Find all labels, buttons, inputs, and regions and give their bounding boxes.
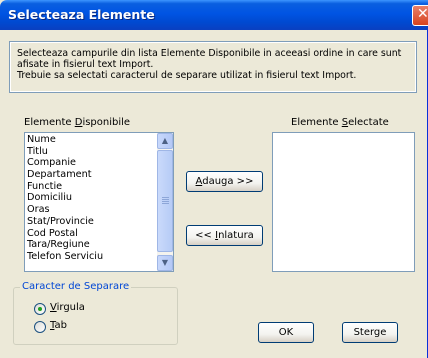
window-title: Selecteaza Elemente: [8, 7, 155, 22]
ok-button[interactable]: OK: [258, 322, 314, 343]
tab-radio[interactable]: [34, 321, 46, 333]
list-item[interactable]: Domiciliu: [27, 192, 157, 204]
vertical-scrollbar[interactable]: ▲ ▼: [157, 133, 173, 271]
instructions-line-3: Trebuie sa selectati caracterul de separ…: [17, 70, 357, 81]
close-icon: ✕: [417, 6, 428, 22]
instructions-line-1: Selecteaza campurile din lista Elemente …: [17, 48, 402, 59]
list-item[interactable]: Stat/Provincie: [27, 216, 157, 228]
scroll-up-icon[interactable]: ▲: [157, 133, 173, 149]
clear-button[interactable]: Sterge: [342, 322, 398, 343]
radio-selected-dot: [38, 307, 42, 311]
comma-label[interactable]: Virgula: [50, 302, 85, 313]
separator-group: Caracter de Separare Virgula Tab: [13, 281, 178, 345]
list-item[interactable]: Tara/Regiune: [27, 239, 157, 251]
list-item[interactable]: Departament: [27, 169, 157, 181]
list-item[interactable]: Nume: [27, 134, 157, 146]
tab-label[interactable]: Tab: [50, 320, 67, 331]
scroll-thumb[interactable]: [157, 150, 173, 252]
separator-group-title: Caracter de Separare: [20, 281, 132, 292]
close-button[interactable]: ✕: [412, 5, 428, 26]
instructions-box: Selecteaza campurile din lista Elemente …: [9, 41, 417, 93]
list-item[interactable]: Titlu: [27, 146, 157, 158]
selected-items-label: Elemente Selectate: [291, 117, 389, 128]
list-item[interactable]: Oras: [27, 204, 157, 216]
add-button[interactable]: Adauga >>: [186, 171, 263, 192]
list-item[interactable]: Companie: [27, 157, 157, 169]
list-item[interactable]: Cod Postal: [27, 228, 157, 240]
selected-items-list[interactable]: [272, 132, 415, 272]
dialog-window: Selecteaza Elemente ✕ Selecteaza campuri…: [0, 0, 428, 358]
instructions-line-2: afisate in fisierul text Import.: [17, 59, 154, 70]
list-item[interactable]: Telefon Serviciu: [27, 251, 157, 263]
list-item[interactable]: Functie: [27, 181, 157, 193]
comma-radio[interactable]: [34, 303, 46, 315]
scroll-down-icon[interactable]: ▼: [157, 255, 173, 271]
title-bar[interactable]: Selecteaza Elemente ✕: [0, 0, 428, 30]
remove-button[interactable]: << Inlatura: [186, 225, 263, 246]
available-items-label: Elemente Disponibile: [24, 117, 131, 128]
available-items-list[interactable]: Nume Titlu Companie Departament Functie …: [24, 132, 174, 272]
